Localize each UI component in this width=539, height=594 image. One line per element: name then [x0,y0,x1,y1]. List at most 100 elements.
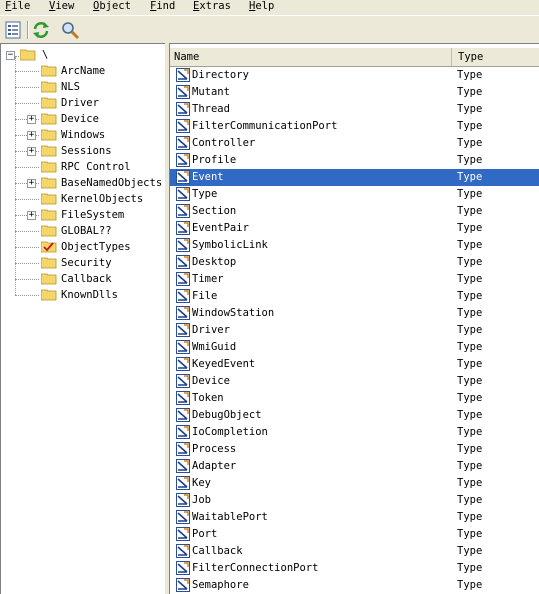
list-item[interactable]: Section Type [170,203,539,220]
tree-item-label: Security [61,257,112,269]
list-item[interactable]: WindowStation Type [170,305,539,322]
tree-item-label: RPC Control [61,161,131,173]
tree-item[interactable]: Callback [41,271,161,287]
object-type: Type [457,290,483,302]
list-item[interactable]: IoCompletion Type [170,424,539,441]
list-item[interactable]: WaitablePort Type [170,509,539,526]
tree-item-label: GLOBAL?? [61,225,112,237]
object-type: Type [457,477,483,489]
object-name: Thread [192,103,230,115]
menu-object-label: bject [99,0,131,12]
list-item[interactable]: Key Type [170,475,539,492]
tree-item[interactable]: GLOBAL?? [41,223,161,239]
folder-icon [41,209,57,221]
list-item[interactable]: Device Type [170,373,539,390]
list-item[interactable]: File Type [170,288,539,305]
tree-item[interactable]: Security [41,255,161,271]
list-item[interactable]: SymbolicLink Type [170,237,539,254]
tree-item[interactable]: ObjectTypes [41,239,161,255]
refresh-icon [33,22,49,38]
tree-item[interactable]: ArcName [41,63,161,79]
expand-icon[interactable]: + [27,147,36,156]
list-item[interactable]: Thread Type [170,101,539,118]
expand-icon[interactable]: + [27,115,36,124]
tree-item-label: KnownDlls [61,289,118,301]
list-item[interactable]: Profile Type [170,152,539,169]
list-item[interactable]: Mutant Type [170,84,539,101]
refresh-button[interactable] [30,19,52,41]
tree-item-label: ArcName [61,65,106,77]
expand-icon[interactable]: + [27,131,36,140]
object-list[interactable]: Name Type Directory Type Mutant Type Thread T… [169,43,539,594]
list-header: Name Type [170,48,539,67]
expand-icon[interactable]: + [27,211,36,220]
menu-extras[interactable]: Extras [193,0,231,14]
list-item[interactable]: Controller Type [170,135,539,152]
list-item[interactable]: EventPair Type [170,220,539,237]
list-item[interactable]: KeyedEvent Type [170,356,539,373]
toolbar-separator [27,21,29,39]
collapse-icon[interactable]: − [6,51,15,60]
column-header-type[interactable]: Type [452,48,539,66]
object-tree[interactable]: − \ ArcName NLS Driver + Device + Windows + Sess… [0,43,165,594]
tree-item[interactable]: Windows [41,127,161,143]
list-item[interactable]: Process Type [170,441,539,458]
tree-item[interactable]: RPC Control [41,159,161,175]
list-item[interactable]: Callback Type [170,543,539,560]
list-item[interactable]: FilterConnectionPort Type [170,560,539,577]
list-item[interactable]: Timer Type [170,271,539,288]
tree-root[interactable]: − \ [6,47,156,63]
object-type-icon [176,102,190,116]
find-button[interactable] [59,19,81,41]
folder-icon [41,273,57,285]
object-name: Process [192,443,237,455]
tree-connector [15,199,39,200]
tree-item[interactable]: FileSystem [41,207,161,223]
folder-icon [41,97,57,109]
object-name: SymbolicLink [192,239,268,251]
list-item[interactable]: Desktop Type [170,254,539,271]
menu-object[interactable]: Object [93,0,131,14]
menu-help[interactable]: Help [249,0,274,14]
list-item[interactable]: WmiGuid Type [170,339,539,356]
object-name: Type [192,188,218,200]
menu-file[interactable]: File [5,0,30,14]
tree-item[interactable]: KernelObjects [41,191,161,207]
object-name: Mutant [192,86,230,98]
tree-item[interactable]: Device [41,111,161,127]
tree-item[interactable]: Sessions [41,143,161,159]
list-item[interactable]: Type Type [170,186,539,203]
menu-find[interactable]: Find [150,0,175,14]
tree-item-label: Driver [61,97,99,109]
list-item[interactable]: Token Type [170,390,539,407]
list-item[interactable]: Event Type [170,169,539,186]
object-type-icon [176,238,190,252]
object-type-icon [176,68,190,82]
folder-open-icon [20,49,36,61]
list-item[interactable]: Directory Type [170,67,539,84]
list-item[interactable]: Semaphore Type [170,577,539,594]
properties-button[interactable] [2,19,24,41]
object-name: Job [192,494,211,506]
object-name: Timer [192,273,224,285]
tree-item[interactable]: Driver [41,95,161,111]
list-item[interactable]: FilterCommunicationPort Type [170,118,539,135]
tree-connector [15,263,39,264]
tree-item[interactable]: BaseNamedObjects [41,175,162,191]
menu-find-label: ind [156,0,176,12]
object-type-icon [176,153,190,167]
tree-item[interactable]: NLS [41,79,161,95]
column-header-name[interactable]: Name [170,48,452,66]
menu-view[interactable]: View [49,0,74,14]
expand-icon[interactable]: + [27,179,36,188]
menu-file-label: ile [11,0,31,12]
list-item[interactable]: Job Type [170,492,539,509]
list-item[interactable]: Adapter Type [170,458,539,475]
list-item[interactable]: Port Type [170,526,539,543]
list-item[interactable]: Driver Type [170,322,539,339]
object-name: Device [192,375,230,387]
list-item[interactable]: DebugObject Type [170,407,539,424]
tree-item[interactable]: KnownDlls [41,287,161,303]
object-type: Type [457,426,483,438]
object-type: Type [457,392,483,404]
